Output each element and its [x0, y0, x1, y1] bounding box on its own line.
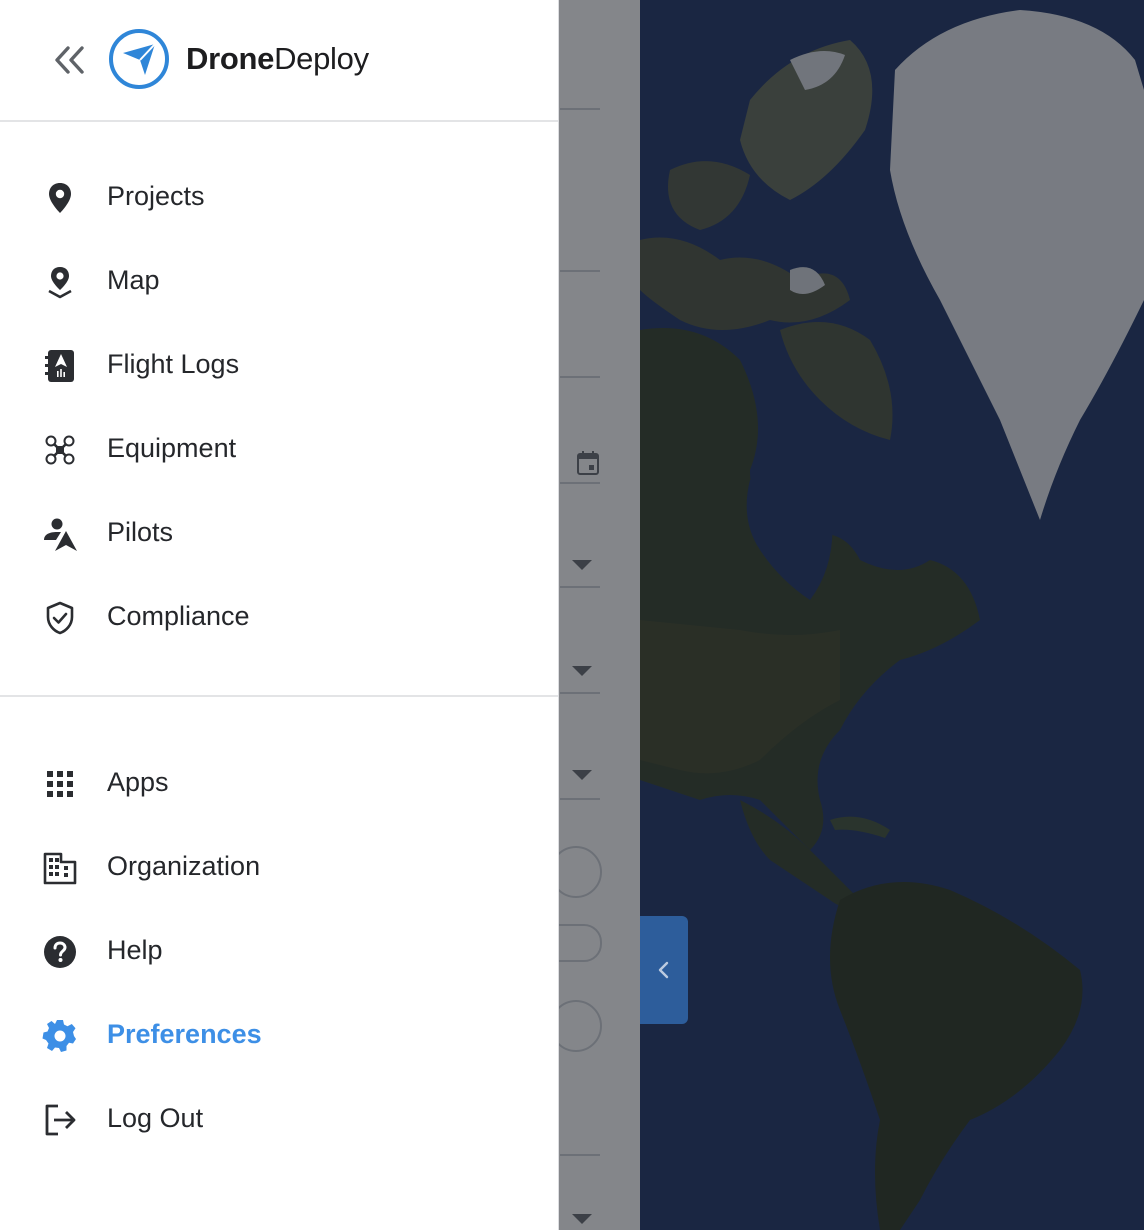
nav-item-log-out[interactable]: Log Out — [0, 1076, 558, 1160]
nav-label: Help — [107, 935, 163, 965]
flight-log-book-icon — [38, 346, 82, 386]
double-chevron-left-icon[interactable] — [50, 40, 90, 80]
nav-item-pilots[interactable]: Pilots — [0, 490, 558, 574]
brand-name-bold: Drone — [186, 41, 275, 76]
gear-icon — [38, 1016, 82, 1056]
nav-label: Compliance — [107, 601, 250, 631]
building-icon — [38, 848, 82, 888]
pilot-icon — [38, 514, 82, 554]
map-location-icon — [38, 262, 82, 302]
brand-wordmark: DroneDeploy — [186, 40, 369, 78]
logout-icon — [38, 1100, 82, 1140]
nav-label: Apps — [107, 767, 169, 797]
nav-label: Organization — [107, 851, 261, 881]
nav-label: Equipment — [107, 433, 237, 463]
nav-item-equipment[interactable]: Equipment — [0, 406, 558, 490]
nav-item-organization[interactable]: Organization — [0, 824, 558, 908]
drawer-header: DroneDeploy — [0, 0, 558, 122]
collapse-panel-button[interactable] — [640, 916, 688, 1024]
nav-item-apps[interactable]: Apps — [0, 740, 558, 824]
drone-icon — [38, 430, 82, 470]
help-circle-icon — [38, 932, 82, 972]
nav-item-compliance[interactable]: Compliance — [0, 574, 558, 658]
nav-item-preferences[interactable]: Preferences — [0, 992, 558, 1076]
nav-label: Preferences — [107, 1019, 262, 1049]
navigation-drawer: DroneDeploy Projects Map Flight Logs Equ… — [0, 0, 559, 1230]
nav-label: Pilots — [107, 517, 174, 547]
nav-label: Projects — [107, 181, 205, 211]
nav-item-flight-logs[interactable]: Flight Logs — [0, 322, 558, 406]
map-pin-icon — [38, 178, 82, 218]
dronedeploy-logo-icon — [109, 29, 169, 89]
brand-name-regular: Deploy — [274, 41, 369, 76]
nav-label: Log Out — [107, 1103, 204, 1133]
apps-grid-icon — [38, 764, 82, 804]
shield-check-icon — [38, 598, 82, 638]
nav-label: Map — [107, 265, 160, 295]
nav-divider — [0, 695, 558, 697]
chevron-left-icon — [658, 961, 669, 979]
nav-item-map[interactable]: Map — [0, 238, 558, 322]
nav-item-help[interactable]: Help — [0, 908, 558, 992]
nav-label: Flight Logs — [107, 349, 240, 379]
nav-item-projects[interactable]: Projects — [0, 154, 558, 238]
